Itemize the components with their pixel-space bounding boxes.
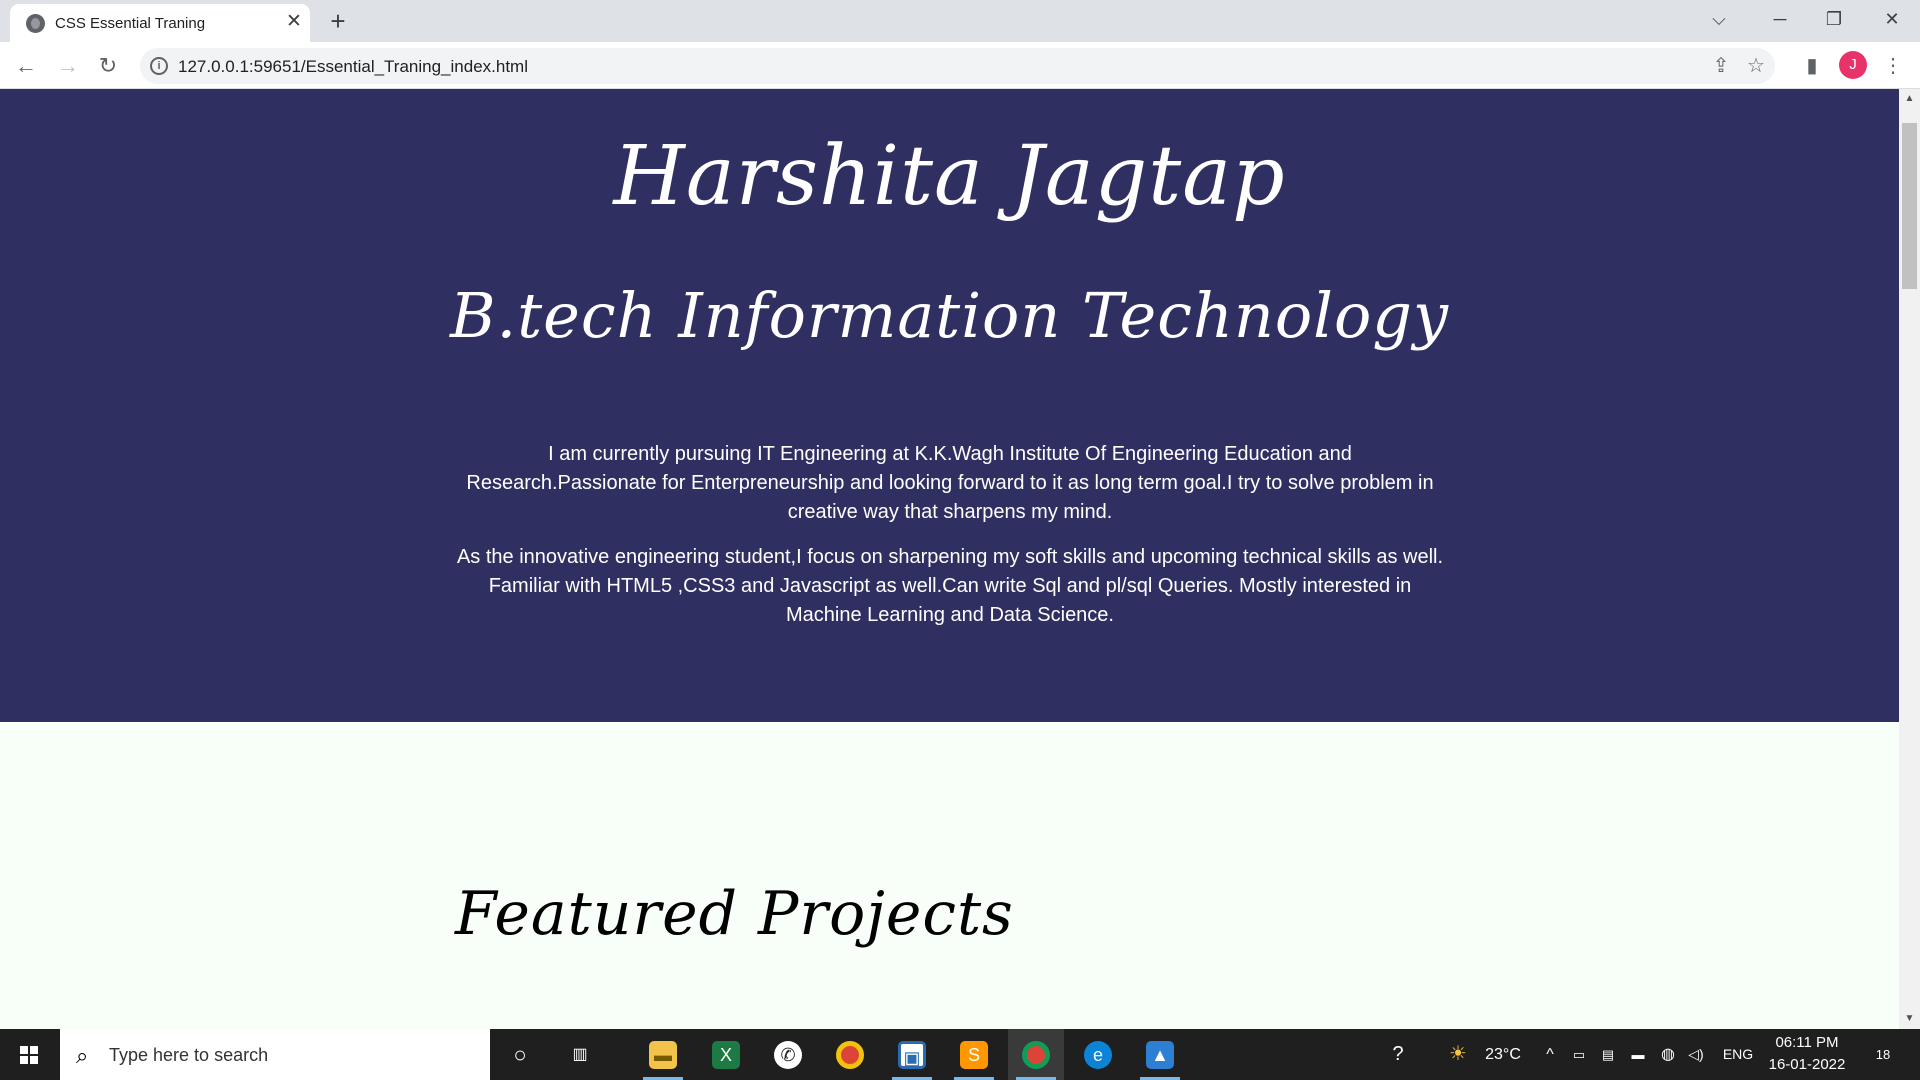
weather-icon[interactable]: ☀	[1443, 1029, 1473, 1080]
address-bar[interactable]: i 127.0.0.1:59651/Essential_Traning_inde…	[140, 48, 1775, 84]
globe-icon	[26, 14, 45, 33]
hero-section: Harshita Jagtap B.tech Information Techn…	[0, 89, 1899, 722]
url-text[interactable]: 127.0.0.1:59651/Essential_Traning_index.…	[178, 57, 528, 77]
show-hidden-icons-icon[interactable]: ^	[1538, 1029, 1562, 1080]
device-icon[interactable]: ▤	[1596, 1029, 1620, 1080]
sublime-text-icon[interactable]: S	[946, 1029, 1002, 1080]
tab-search-icon[interactable]: ⌵	[1691, 0, 1747, 38]
windows-taskbar: ⌕ Type here to search ○ ▥ ▬ X ✆ ▣ S e ▲ …	[0, 1029, 1920, 1080]
app-square-icon[interactable]: ▣	[884, 1029, 940, 1080]
scroll-thumb[interactable]	[1902, 123, 1917, 289]
back-arrow-icon[interactable]: ←	[10, 50, 42, 82]
cortana-icon[interactable]: ○	[500, 1029, 540, 1080]
chrome-icon[interactable]	[822, 1029, 878, 1080]
weather-temp[interactable]: 23°C	[1475, 1029, 1531, 1080]
notification-center-icon[interactable]: 18	[1858, 1029, 1908, 1080]
whatsapp-icon[interactable]: ✆	[760, 1029, 816, 1080]
menu-kebab-icon[interactable]: ⋮	[1877, 50, 1909, 82]
browser-tab[interactable]: CSS Essential Traning ✕	[10, 4, 310, 42]
reload-icon[interactable]: ↻	[92, 50, 124, 82]
site-info-icon[interactable]: i	[150, 57, 168, 75]
file-explorer-icon[interactable]: ▬	[635, 1029, 691, 1080]
windows-logo-icon	[20, 1046, 39, 1064]
hero-degree-heading: B.tech Information Technology	[449, 279, 1450, 352]
search-icon: ⌕	[76, 1043, 89, 1068]
page-viewport: Harshita Jagtap B.tech Information Techn…	[0, 89, 1899, 1029]
forward-arrow-icon[interactable]: →	[52, 50, 84, 82]
chrome-active-icon[interactable]	[1008, 1029, 1064, 1080]
meet-now-icon[interactable]: ▭	[1568, 1029, 1590, 1080]
notification-count: 18	[1875, 1047, 1891, 1062]
tab-strip: CSS Essential Traning ✕ + ⌵ ─ ❐ ✕	[0, 0, 1920, 42]
minimize-button[interactable]: ─	[1752, 0, 1808, 38]
tab-title: CSS Essential Traning	[55, 15, 206, 32]
bookmark-star-icon[interactable]: ☆	[1743, 54, 1769, 78]
about-paragraph-1: I am currently pursuing IT Engineering a…	[466, 443, 1434, 523]
page-scrollbar[interactable]: ▲ ▼	[1899, 89, 1920, 1029]
share-icon[interactable]: ⇪	[1708, 54, 1734, 78]
profile-avatar[interactable]: J	[1839, 51, 1867, 79]
about-paragraph-2: As the innovative engineering student,I …	[456, 546, 1444, 626]
battery-icon[interactable]: ▬	[1626, 1029, 1650, 1080]
task-view-icon[interactable]: ▥	[560, 1029, 600, 1080]
browser-toolbar: ← → ↻ i 127.0.0.1:59651/Essential_Tranin…	[0, 42, 1920, 89]
tab-close-icon[interactable]: ✕	[282, 10, 306, 34]
photos-icon[interactable]: ▲	[1132, 1029, 1188, 1080]
network-globe-icon[interactable]: ◍	[1656, 1029, 1680, 1080]
side-panel-icon[interactable]: ▮	[1796, 50, 1828, 82]
start-button[interactable]	[0, 1029, 58, 1080]
edge-icon[interactable]: e	[1070, 1029, 1126, 1080]
help-icon[interactable]: ?	[1380, 1029, 1416, 1080]
clock-date[interactable]: 16-01-2022	[1762, 1056, 1852, 1073]
volume-icon[interactable]: ◁)	[1684, 1029, 1708, 1080]
featured-projects-heading: Featured Projects	[455, 879, 1014, 949]
search-placeholder: Type here to search	[109, 1045, 269, 1065]
taskbar-search-box[interactable]: ⌕ Type here to search	[60, 1029, 490, 1080]
close-window-button[interactable]: ✕	[1864, 0, 1920, 38]
scroll-down-arrow-icon[interactable]: ▼	[1899, 1009, 1920, 1029]
excel-icon[interactable]: X	[698, 1029, 754, 1080]
new-tab-button[interactable]: +	[323, 6, 353, 36]
language-indicator[interactable]: ENG	[1716, 1029, 1760, 1080]
clock-time[interactable]: 06:11 PM	[1762, 1034, 1852, 1051]
scroll-up-arrow-icon[interactable]: ▲	[1899, 89, 1920, 109]
restore-button[interactable]: ❐	[1806, 0, 1862, 38]
hero-name-heading: Harshita Jagtap	[613, 129, 1286, 224]
